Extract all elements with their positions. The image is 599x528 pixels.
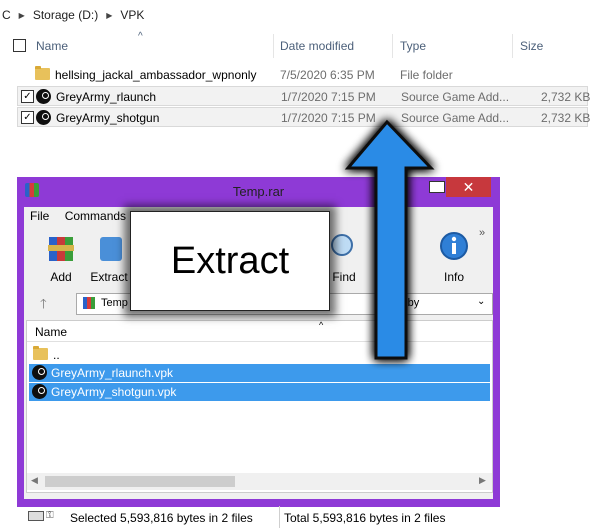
file-size: 2,732 KB: [541, 111, 591, 125]
chevron-right-icon[interactable]: ▶: [106, 11, 112, 20]
chevron-right-icon[interactable]: ▶: [19, 11, 25, 20]
list-item-name: ..: [53, 348, 60, 362]
horizontal-scrollbar[interactable]: ◀ ▶: [27, 473, 492, 490]
breadcrumb-item-storage[interactable]: Storage (D:): [33, 8, 98, 22]
folder-icon: [35, 66, 50, 80]
toolbar-overflow-icon[interactable]: »: [479, 227, 485, 239]
status-divider: [279, 506, 280, 528]
sort-ascending-icon: ^: [138, 31, 143, 42]
breadcrumb: C ▶ Storage (D:) ▶ VPK: [2, 6, 144, 24]
column-divider[interactable]: [392, 34, 393, 58]
steam-icon: [32, 384, 47, 399]
column-divider[interactable]: [273, 34, 274, 58]
column-divider[interactable]: [512, 34, 513, 58]
menu-bar: File Commands: [24, 209, 132, 223]
extract-to-label: Extract: [90, 270, 128, 284]
drive-icon: [28, 511, 44, 521]
status-bar: ⚿ Selected 5,593,816 bytes in 2 files To…: [24, 506, 493, 528]
file-type: File folder: [400, 68, 453, 82]
key-icon: ⚿: [46, 510, 54, 521]
folder-up-icon: [33, 346, 48, 360]
sort-ascending-icon: ^: [319, 320, 324, 330]
chevron-down-icon[interactable]: ⌄: [477, 296, 485, 307]
list-header-name[interactable]: Name: [35, 325, 67, 339]
list-item[interactable]: GreyArmy_shotgun.vpk: [29, 383, 490, 401]
archive-icon: [83, 297, 95, 309]
steam-icon: [36, 110, 51, 125]
scrollbar-thumb[interactable]: [45, 476, 235, 487]
path-text: Temp: [101, 297, 128, 309]
row-checkbox[interactable]: ✓: [21, 90, 34, 103]
column-size[interactable]: Size: [520, 39, 543, 53]
column-name[interactable]: Name: [36, 39, 68, 53]
status-selected: Selected 5,593,816 bytes in 2 files: [70, 511, 253, 525]
extract-folder-icon: [100, 237, 122, 261]
file-type: Source Game Add...: [401, 90, 510, 104]
file-date: 7/5/2020 6:35 PM: [280, 68, 375, 82]
table-row[interactable]: ✓ GreyArmy_rlaunch 1/7/2020 7:15 PM Sour…: [17, 86, 591, 106]
list-item-name: GreyArmy_rlaunch.vpk: [51, 366, 174, 380]
extract-callout: Extract: [130, 211, 330, 311]
up-arrow-icon[interactable]: 🡑: [40, 295, 47, 317]
breadcrumb-item-c[interactable]: C: [2, 8, 11, 22]
steam-icon: [32, 365, 47, 380]
column-header-row: Name ^ Date modified Type Size: [0, 31, 599, 59]
add-archive-icon: [48, 237, 74, 261]
scroll-right-icon[interactable]: ▶: [479, 475, 486, 486]
add-button[interactable]: Add: [38, 229, 84, 285]
list-item-name: GreyArmy_shotgun.vpk: [51, 385, 177, 399]
steam-icon: [36, 89, 51, 104]
table-row[interactable]: hellsing_jackal_ambassador_wpnonly 7/5/2…: [17, 65, 588, 85]
menu-file[interactable]: File: [30, 209, 49, 223]
close-button[interactable]: ✕: [446, 177, 491, 197]
add-label: Add: [50, 270, 72, 284]
select-all-checkbox[interactable]: [13, 39, 26, 52]
menu-commands[interactable]: Commands: [65, 209, 126, 223]
file-size: 2,732 KB: [541, 90, 591, 104]
file-name: hellsing_jackal_ambassador_wpnonly: [55, 68, 257, 82]
up-arrow-annotation-icon: [344, 119, 435, 360]
file-name: GreyArmy_rlaunch: [56, 90, 157, 104]
status-total: Total 5,593,816 bytes in 2 files: [284, 511, 446, 525]
file-name: GreyArmy_shotgun: [56, 111, 160, 125]
column-date[interactable]: Date modified: [280, 39, 354, 53]
file-date: 1/7/2020 7:15 PM: [281, 90, 376, 104]
extract-to-button[interactable]: Extract: [86, 229, 132, 285]
table-row[interactable]: ✓ GreyArmy_shotgun 1/7/2020 7:15 PM Sour…: [17, 107, 591, 127]
row-checkbox[interactable]: ✓: [21, 111, 34, 124]
breadcrumb-item-vpk[interactable]: VPK: [120, 8, 144, 22]
scroll-left-icon[interactable]: ◀: [31, 475, 38, 486]
column-type[interactable]: Type: [400, 39, 426, 53]
